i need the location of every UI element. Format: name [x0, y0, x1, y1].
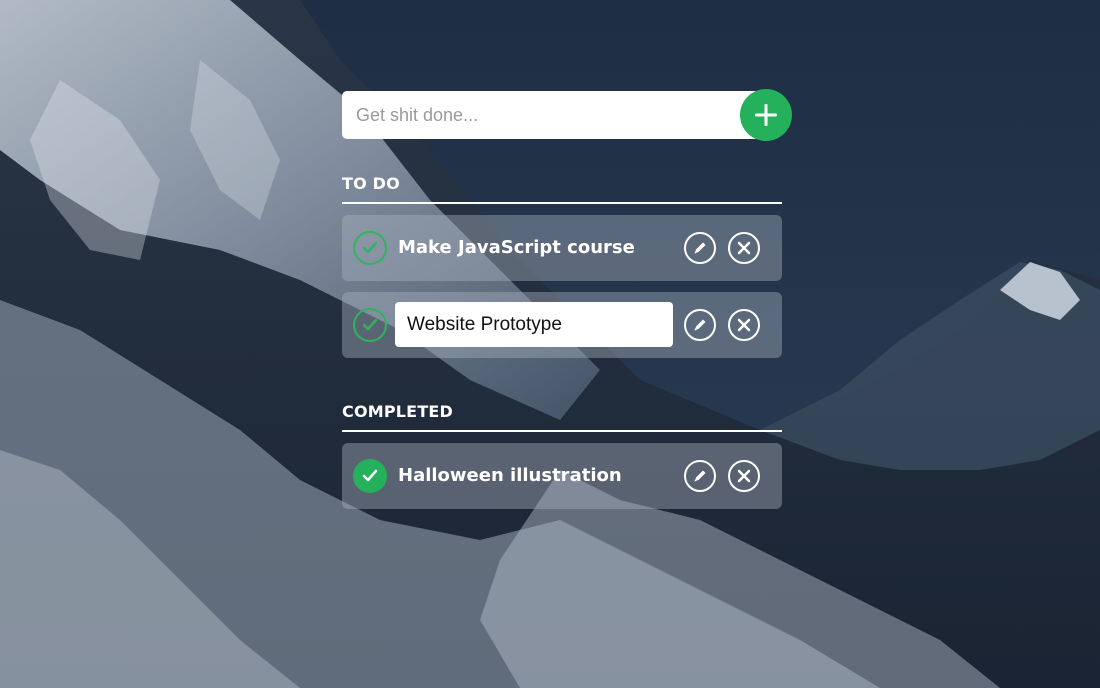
todo-list: Make JavaScript course [342, 215, 782, 358]
delete-task-button[interactable] [728, 232, 760, 264]
todo-section-heading: TO DO [342, 173, 782, 204]
add-task-button[interactable] [740, 89, 792, 141]
check-icon [362, 241, 378, 254]
task-label: Make JavaScript course [398, 237, 635, 258]
complete-toggle[interactable] [353, 308, 387, 342]
task-edit-input[interactable] [395, 302, 673, 347]
completed-list: Halloween illustration [342, 443, 782, 509]
edit-task-button[interactable] [684, 309, 716, 341]
task-label: Halloween illustration [398, 465, 622, 486]
close-icon [737, 469, 751, 483]
new-task-input[interactable] [342, 91, 762, 139]
todo-app: TO DO Make JavaScript course [342, 89, 792, 509]
plus-icon [755, 104, 777, 126]
pencil-icon [694, 470, 706, 482]
pencil-icon [694, 319, 706, 331]
todo-item: Make JavaScript course [342, 215, 782, 281]
complete-toggle[interactable] [353, 459, 387, 493]
edit-task-button[interactable] [684, 232, 716, 264]
edit-task-button[interactable] [684, 460, 716, 492]
complete-toggle[interactable] [353, 231, 387, 265]
close-icon [737, 241, 751, 255]
pencil-icon [694, 242, 706, 254]
delete-task-button[interactable] [728, 460, 760, 492]
close-icon [737, 318, 751, 332]
todo-item [342, 292, 782, 358]
add-task-row [342, 89, 792, 141]
check-icon [362, 469, 378, 482]
check-icon [362, 318, 378, 331]
completed-item: Halloween illustration [342, 443, 782, 509]
completed-section-heading: COMPLETED [342, 401, 782, 432]
delete-task-button[interactable] [728, 309, 760, 341]
